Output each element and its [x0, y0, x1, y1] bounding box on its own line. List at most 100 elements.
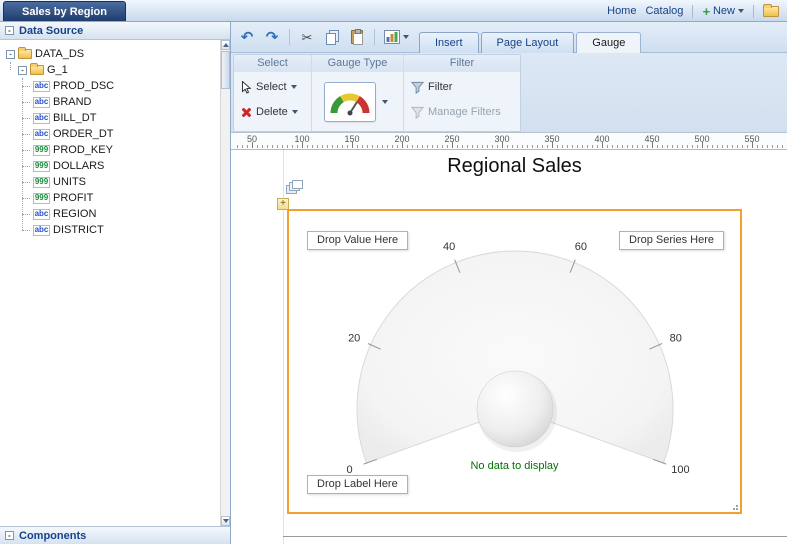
delete-button-label: Delete [256, 106, 288, 118]
tree-connector-line [22, 78, 23, 230]
manage-filters-button[interactable]: Manage Filters [408, 101, 516, 123]
tree-connector-line [10, 62, 11, 70]
tree-field-region[interactable]: abc REGION [0, 206, 230, 222]
tree-node-data-ds[interactable]: - DATA_DS [0, 46, 230, 62]
document-tab-sales-by-region[interactable]: Sales by Region [3, 1, 126, 21]
folder-icon [30, 63, 44, 75]
field-label: DISTRICT [53, 224, 104, 236]
field-label: BILL_DT [53, 112, 97, 124]
tree-field-prod-dsc[interactable]: abc PROD_DSC [0, 78, 230, 94]
home-link[interactable]: Home [607, 5, 636, 17]
tree-field-district[interactable]: abc DISTRICT [0, 222, 230, 238]
field-type-icon: abc [33, 112, 50, 124]
tree-field-prod-key[interactable]: 999 PROD_KEY [0, 142, 230, 158]
chevron-down-icon [738, 9, 744, 13]
group-title-gauge-type: Gauge Type [312, 55, 403, 72]
chart-icon [384, 30, 400, 44]
tree-node-label: DATA_DS [35, 48, 85, 60]
design-canvas[interactable]: Regional Sales + 0 20 40 60 80 100 Drop … [231, 150, 787, 544]
layout-stack-icon[interactable] [286, 180, 304, 195]
component-move-handle[interactable]: + [277, 198, 289, 210]
sidebar: - Data Source - DATA_DS - G_1 abc PROD_D… [0, 22, 231, 544]
catalog-link[interactable]: Catalog [645, 5, 683, 17]
select-button-label: Select [256, 81, 287, 93]
select-button[interactable]: Select [238, 76, 307, 98]
cursor-icon [242, 80, 252, 94]
field-type-icon: 999 [33, 144, 50, 156]
select-group: Select Select Delete [234, 55, 312, 131]
tree-connector [22, 85, 30, 87]
scroll-up-button[interactable] [221, 40, 230, 50]
tab-insert[interactable]: Insert [419, 32, 479, 53]
collapse-toggle-icon[interactable]: - [6, 49, 15, 59]
field-label: ORDER_DT [53, 128, 114, 140]
field-type-icon: abc [33, 128, 50, 140]
copy-button[interactable] [322, 26, 342, 48]
horizontal-ruler: 50 100 150 200 250 300 350 400 450 500 550 [231, 133, 787, 150]
tree-field-units[interactable]: 999 UNITS [0, 174, 230, 190]
svg-text:80: 80 [670, 332, 682, 344]
gauge-component[interactable]: 0 20 40 60 80 100 Drop Value Here Drop Series… [287, 209, 742, 514]
cut-button[interactable]: ✂ [297, 26, 317, 48]
plus-icon: + [702, 3, 710, 19]
field-type-icon: 999 [33, 160, 50, 172]
gauge-icon [330, 92, 370, 115]
group-title-filter: Filter [404, 55, 520, 72]
collapse-toggle-icon[interactable]: - [18, 65, 27, 75]
paste-icon [351, 29, 363, 45]
insert-chart-button[interactable] [382, 26, 411, 48]
tree-field-profit[interactable]: 999 PROFIT [0, 190, 230, 206]
undo-button[interactable]: ↶ [237, 26, 257, 48]
data-source-panel-header[interactable]: - Data Source [0, 22, 230, 40]
open-folder-icon [763, 3, 779, 17]
delete-button[interactable]: Delete [238, 101, 307, 123]
paste-button[interactable] [347, 26, 367, 48]
field-type-icon: abc [33, 96, 50, 108]
components-panel-header[interactable]: - Components [0, 526, 230, 544]
field-label: PROD_DSC [53, 80, 115, 92]
tree-connector [22, 117, 30, 119]
filter-button[interactable]: Filter [408, 76, 516, 98]
editor-content: ↶ ↷ ✂ Insert Page Layout Gauge Select Se… [231, 22, 787, 544]
tab-gauge[interactable]: Gauge [576, 32, 642, 53]
tree-scrollbar[interactable] [220, 40, 230, 526]
gauge-type-button[interactable] [324, 81, 376, 122]
tree-field-brand[interactable]: abc BRAND [0, 94, 230, 110]
gauge-type-dropdown[interactable] [378, 82, 391, 122]
scroll-down-button[interactable] [221, 516, 230, 526]
redo-button[interactable]: ↷ [262, 26, 282, 48]
tree-field-order-dt[interactable]: abc ORDER_DT [0, 126, 230, 142]
field-label: PROFIT [53, 192, 94, 204]
open-button[interactable] [763, 3, 779, 20]
command-bar: ↶ ↷ ✂ Insert Page Layout Gauge [231, 22, 787, 53]
drop-value-zone[interactable]: Drop Value Here [307, 231, 409, 250]
field-type-icon: 999 [33, 192, 50, 204]
field-type-icon: 999 [33, 176, 50, 188]
filter-funnel-icon [411, 81, 424, 94]
report-title[interactable]: Regional Sales [287, 155, 742, 178]
new-button[interactable]: + New [702, 3, 744, 19]
tree-node-g-1[interactable]: - G_1 [0, 62, 230, 78]
manage-filters-label: Manage Filters [428, 106, 501, 118]
tree-field-bill-dt[interactable]: abc BILL_DT [0, 110, 230, 126]
tab-page-layout[interactable]: Page Layout [480, 32, 575, 53]
application-window: Sales by Region Home Catalog + New - Dat… [0, 0, 787, 544]
no-data-message: No data to display [470, 460, 559, 472]
field-label: BRAND [53, 96, 92, 108]
gauge-knob [476, 370, 554, 448]
tree-field-dollars[interactable]: 999 DOLLARS [0, 158, 230, 174]
top-bar: Sales by Region Home Catalog + New [0, 0, 787, 22]
scroll-thumb[interactable] [221, 51, 230, 89]
gauge-type-group: Gauge Type [312, 55, 404, 131]
main-area: - Data Source - DATA_DS - G_1 abc PROD_D… [0, 22, 787, 544]
tree-node-label: G_1 [47, 64, 68, 76]
expand-icon[interactable]: - [5, 531, 14, 540]
resize-grip[interactable] [730, 502, 739, 511]
data-source-tree: - DATA_DS - G_1 abc PROD_DSC abc BRAND a… [0, 40, 230, 526]
collapse-icon[interactable]: - [5, 26, 14, 35]
separator [289, 29, 290, 45]
chevron-down-icon [291, 110, 298, 114]
drop-label-zone[interactable]: Drop Label Here [307, 475, 408, 494]
drop-series-zone[interactable]: Drop Series Here [619, 231, 724, 250]
group-title-select: Select [234, 55, 311, 72]
